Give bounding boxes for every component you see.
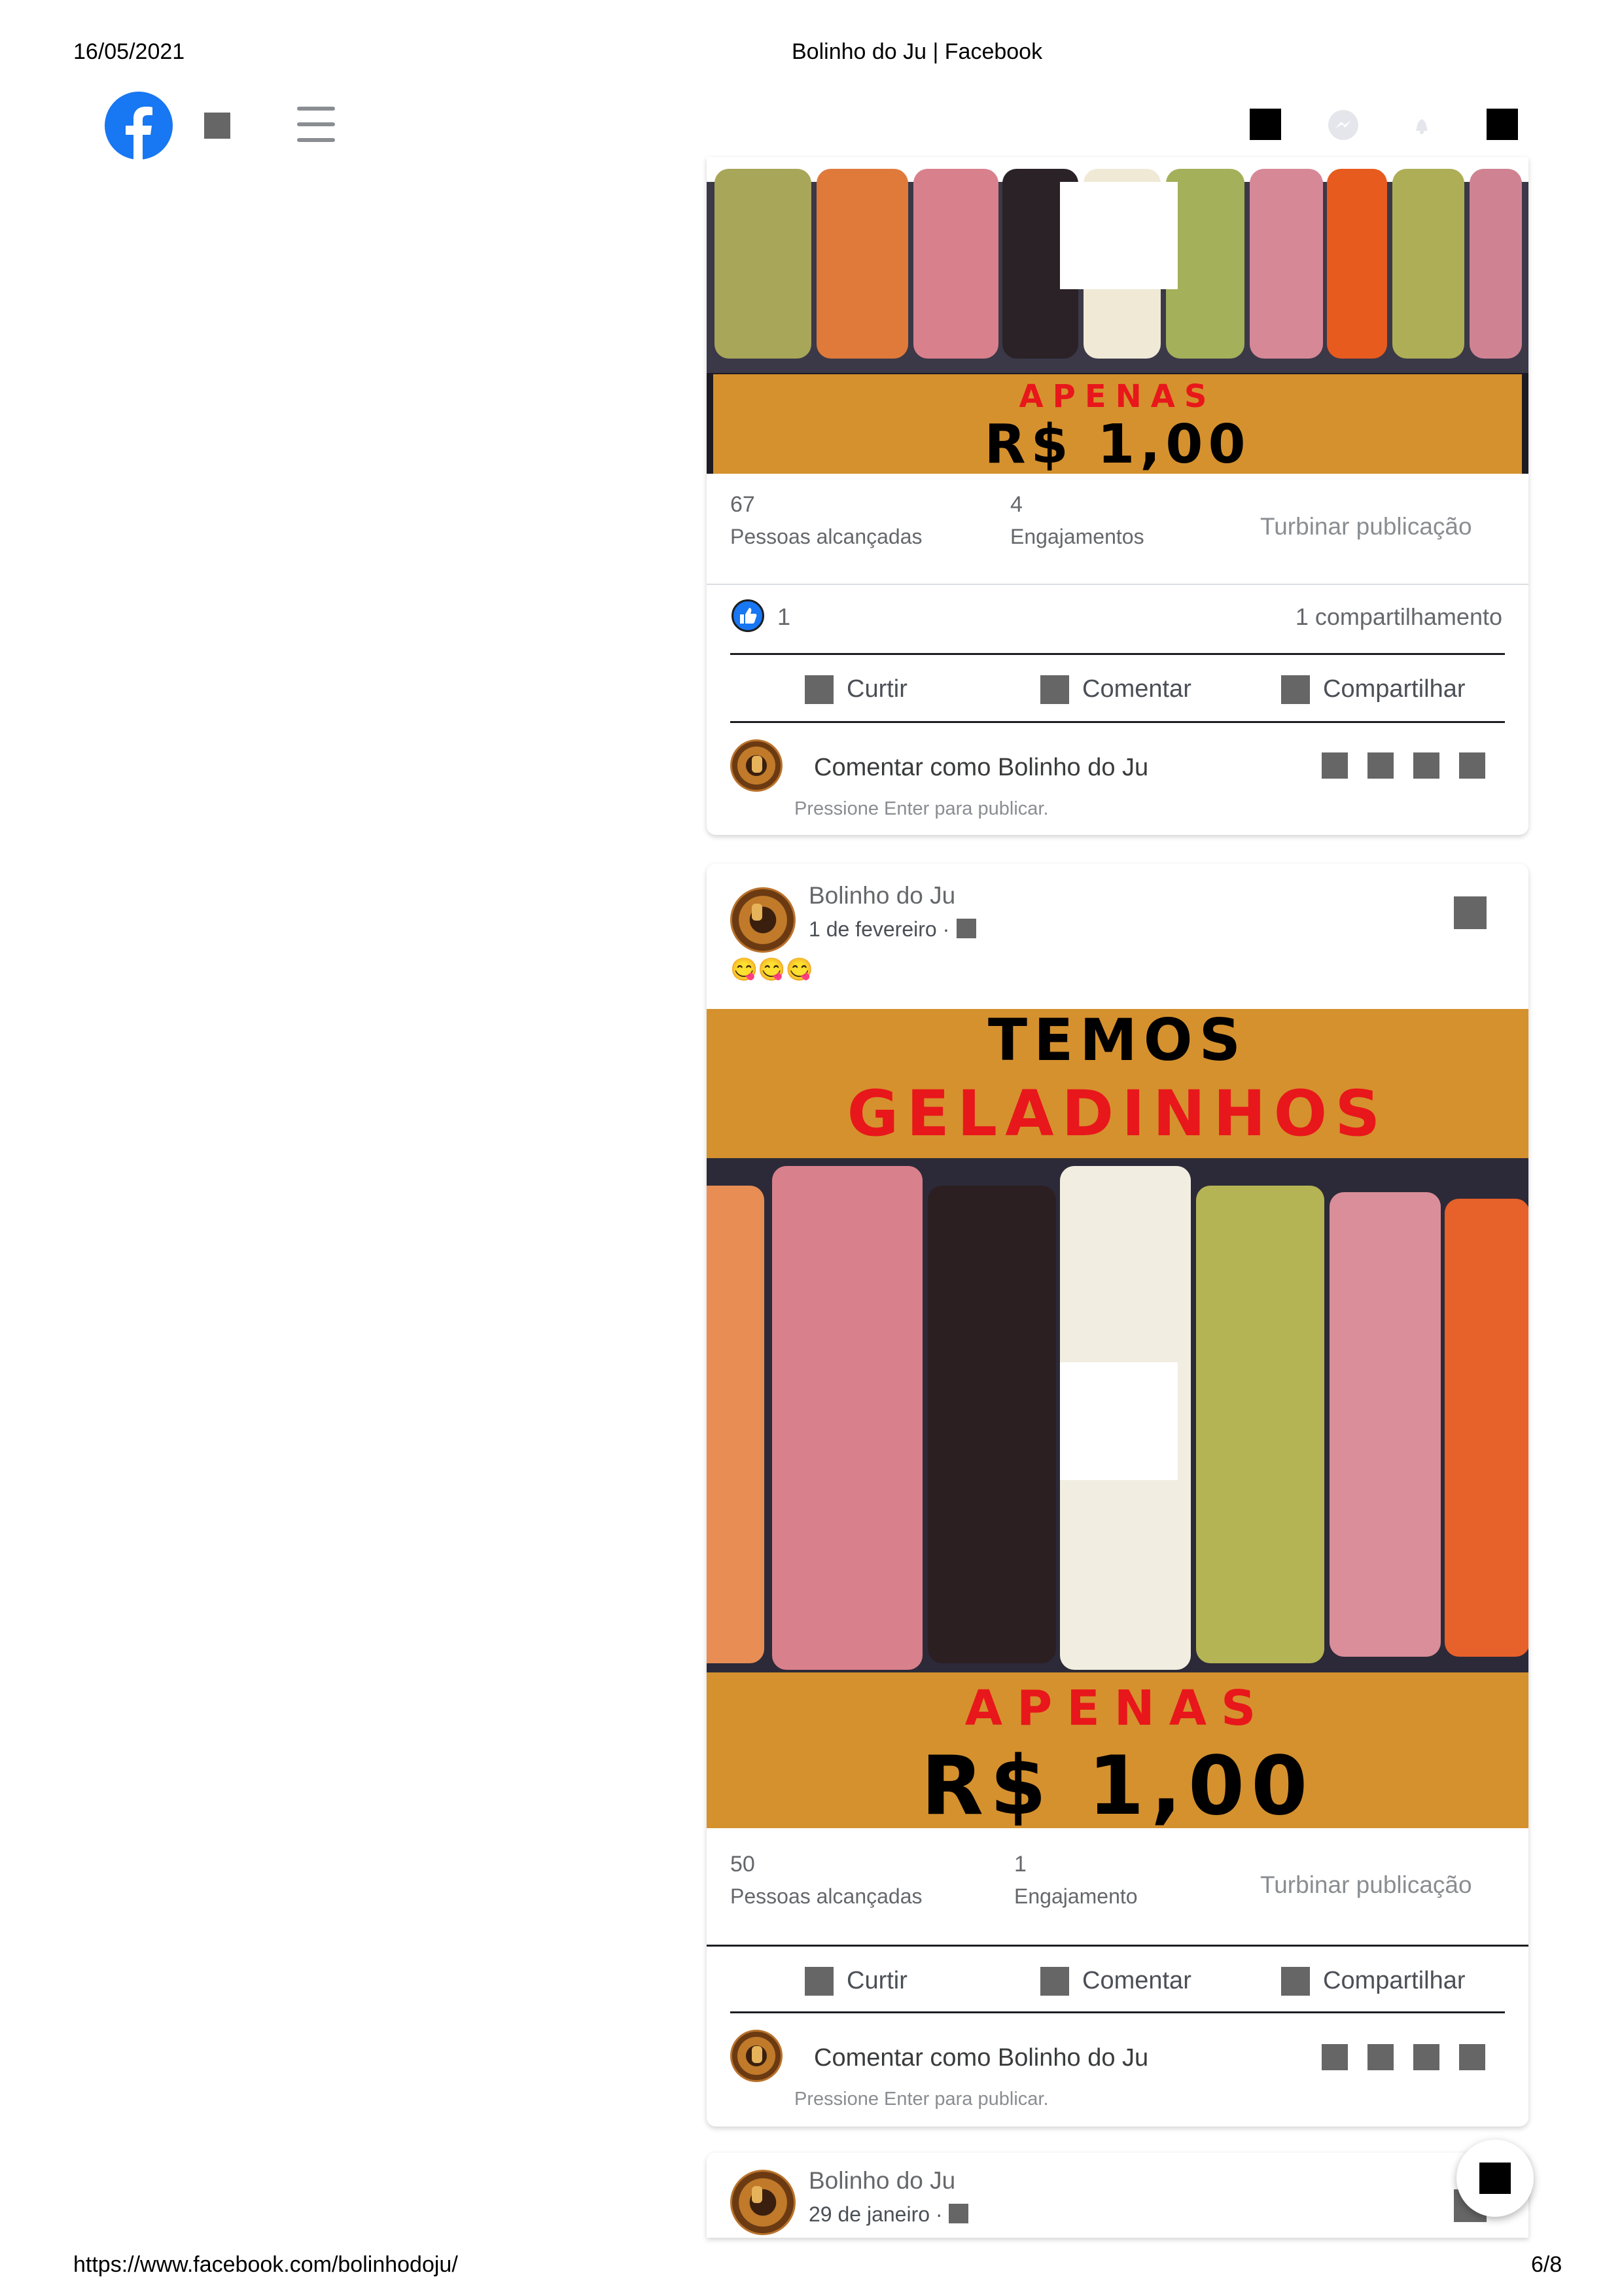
post-2-comment-input[interactable]: Comentar como Bolinho do Ju [814, 2044, 1148, 2072]
post-2-boost-button[interactable]: Turbinar publicação [1260, 1871, 1472, 1899]
messenger-icon[interactable] [1328, 110, 1358, 140]
post-1-engagement-value: 4 [1010, 492, 1023, 517]
gif-icon[interactable] [1413, 2044, 1439, 2070]
like-reaction-icon [732, 599, 764, 632]
post-2-like-button[interactable]: Curtir [847, 1967, 908, 1995]
post-1-banner-apenas: APENAS [1019, 378, 1216, 415]
post-1-banner: APENAS R$ 1,00 [713, 374, 1522, 476]
post-2-banner-geladinhos: GELADINHOS [847, 1077, 1388, 1150]
post-1-like-button[interactable]: Curtir [847, 675, 908, 703]
post-card-2: Bolinho do Ju 1 de fevereiro · 😋😋😋 TEMOS… [707, 864, 1528, 2127]
new-message-icon [1479, 2163, 1511, 2194]
sticker-icon[interactable] [1459, 752, 1485, 779]
privacy-icon [957, 919, 976, 938]
post-2-banner-price: R$ 1,00 [921, 1739, 1314, 1833]
camera-icon[interactable] [1367, 752, 1394, 779]
post-2-banner: APENAS R$ 1,00 [707, 1672, 1528, 1833]
messenger-bolt-icon [1335, 120, 1351, 128]
post-2-banner-temos: TEMOS [988, 1006, 1247, 1074]
print-title: Bolinho do Ju | Facebook [792, 39, 1043, 64]
comment-icon [1040, 1967, 1069, 1996]
gif-icon[interactable] [1413, 752, 1439, 779]
camera-icon[interactable] [1367, 2044, 1394, 2070]
post-2-reach-label: Pessoas alcançadas [730, 1884, 923, 1908]
sticker-icon[interactable] [1459, 2044, 1485, 2070]
post-2-comment-hint: Pressione Enter para publicar. [794, 2089, 1049, 2110]
post-2-reach-value: 50 [730, 1852, 755, 1877]
emoji-icon[interactable] [1322, 2044, 1348, 2070]
post-2-engagement-value: 1 [1014, 1852, 1027, 1877]
post-3-date[interactable]: 29 de janeiro · [809, 2202, 943, 2227]
post-1-share-button[interactable]: Compartilhar [1323, 675, 1466, 703]
bell-shape-icon [1416, 119, 1428, 134]
like-icon [805, 675, 834, 704]
print-page: 6/8 [1531, 2252, 1562, 2277]
post-card-1: APENAS R$ 1,00 67 Pessoas alcançadas 4 E… [707, 157, 1528, 835]
share-icon [1281, 1967, 1310, 1996]
post-1-comment-hint: Pressione Enter para publicar. [794, 798, 1049, 819]
post-2-comment-button[interactable]: Comentar [1082, 1967, 1191, 1995]
post-2-share-button[interactable]: Compartilhar [1323, 1967, 1466, 1995]
thumbs-up-icon [740, 608, 757, 624]
emoji-icon[interactable] [1322, 752, 1348, 779]
post-1-engagement-label: Engajamentos [1010, 525, 1144, 548]
share-icon [1281, 675, 1310, 704]
print-url: https://www.facebook.com/bolinhodoju/ [73, 2252, 458, 2277]
post-card-3: Bolinho do Ju 29 de janeiro · [707, 2153, 1528, 2238]
nav-square-icon[interactable] [204, 113, 230, 139]
post-2-author-name[interactable]: Bolinho do Ju [809, 882, 955, 910]
new-message-button[interactable] [1456, 2140, 1534, 2217]
facebook-logo[interactable] [105, 92, 173, 160]
post-2-date[interactable]: 1 de fevereiro · [809, 917, 949, 942]
post-2-image[interactable]: TEMOS GELADINHOS APENAS R$ 1,00 [707, 1006, 1528, 1833]
post-1-boost-button[interactable]: Turbinar publicação [1260, 513, 1472, 540]
nav-account-icon[interactable] [1487, 109, 1518, 140]
post-2-options-icon[interactable] [1454, 896, 1487, 929]
post-3-author-name[interactable]: Bolinho do Ju [809, 2167, 955, 2195]
post-1-comment-button[interactable]: Comentar [1082, 675, 1191, 703]
post-3-author-avatar[interactable] [730, 2170, 796, 2235]
privacy-icon [949, 2204, 968, 2223]
post-1-reach-label: Pessoas alcançadas [730, 525, 923, 548]
post-1-image-placeholder [1060, 182, 1178, 289]
nav-create-icon[interactable] [1250, 109, 1281, 140]
like-icon [805, 1967, 834, 1996]
post-2-banner-apenas: APENAS [964, 1680, 1271, 1737]
post-1-comment-input[interactable]: Comentar como Bolinho do Ju [814, 754, 1148, 782]
post-1-shares-count[interactable]: 1 compartilhamento [1296, 603, 1502, 631]
post-1-banner-price: R$ 1,00 [984, 414, 1251, 476]
commenter-avatar [730, 2030, 783, 2082]
post-2-text: 😋😋😋 [730, 957, 814, 982]
post-1-image[interactable]: APENAS R$ 1,00 [707, 169, 1528, 476]
post-2-author-avatar[interactable] [730, 887, 796, 953]
menu-icon[interactable] [297, 107, 335, 143]
post-2-image-placeholder [1060, 1362, 1178, 1480]
facebook-f-icon [126, 107, 152, 160]
commenter-avatar [730, 739, 783, 792]
print-date: 16/05/2021 [73, 39, 185, 64]
comment-icon [1040, 675, 1069, 704]
bell-icon[interactable] [1407, 110, 1437, 140]
post-1-reactions-count[interactable]: 1 [777, 603, 790, 631]
post-1-reach-value: 67 [730, 492, 755, 517]
post-2-engagement-label: Engajamento [1014, 1884, 1138, 1908]
